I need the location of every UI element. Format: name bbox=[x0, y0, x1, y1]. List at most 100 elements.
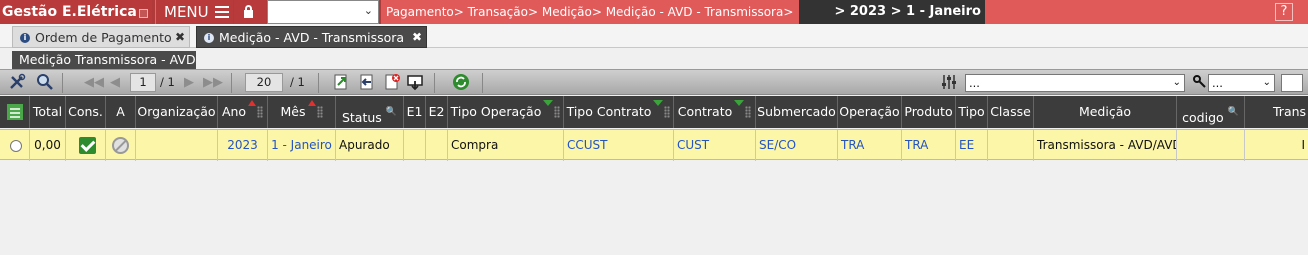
filter-icon[interactable] bbox=[543, 100, 554, 106]
app-title-text: Gestão E.Elétrica bbox=[2, 4, 137, 20]
refresh-icon[interactable] bbox=[452, 73, 470, 91]
key-select[interactable]: ... ⌄ bbox=[1208, 74, 1275, 92]
row-radio[interactable] bbox=[10, 140, 22, 152]
page-size-input[interactable]: 20 bbox=[245, 73, 283, 92]
tools-icon[interactable] bbox=[8, 73, 26, 91]
filter-select[interactable]: ... ⌄ bbox=[965, 74, 1185, 92]
cell-mes[interactable]: 1 - Janeiro bbox=[268, 130, 336, 161]
col-trans[interactable]: Trans bbox=[1245, 96, 1308, 128]
separator bbox=[318, 73, 319, 93]
grid-check-icon bbox=[6, 104, 23, 120]
key-select-value: ... bbox=[1212, 76, 1223, 90]
search-icon[interactable] bbox=[36, 73, 54, 91]
col-codigo-label: codigo bbox=[1182, 110, 1224, 125]
cell-trans: I bbox=[1301, 138, 1305, 152]
delete-file-icon[interactable] bbox=[383, 73, 401, 91]
col-total[interactable]: Total bbox=[30, 96, 66, 128]
filter-icon[interactable] bbox=[734, 100, 745, 106]
col-ano[interactable]: Ano bbox=[218, 96, 268, 128]
cell-operacao[interactable]: TRA bbox=[838, 130, 902, 161]
col-tipo-operacao[interactable]: Tipo Operação bbox=[448, 96, 564, 128]
drag-handle-icon[interactable] bbox=[554, 106, 561, 118]
col-contrato[interactable]: Contrato bbox=[674, 96, 756, 128]
info-icon: i bbox=[204, 33, 214, 43]
page-input[interactable]: 1 bbox=[130, 73, 156, 92]
col-medicao[interactable]: Medição bbox=[1034, 96, 1177, 128]
select-all-icon[interactable] bbox=[0, 96, 30, 128]
cell-produto[interactable]: TRA bbox=[902, 130, 956, 161]
cancel-icon[interactable] bbox=[112, 137, 129, 154]
hamburger-icon bbox=[215, 6, 229, 18]
cell-ano[interactable]: 2023 bbox=[218, 130, 268, 161]
col-contrato-label: Contrato bbox=[677, 104, 733, 119]
menu-label: MENU bbox=[164, 3, 209, 21]
row-select-cell bbox=[0, 130, 30, 161]
col-tipo[interactable]: Tipo bbox=[956, 96, 988, 128]
checked-icon[interactable] bbox=[79, 137, 96, 154]
drag-handle-icon[interactable] bbox=[664, 106, 671, 118]
col-submercado[interactable]: Submercado bbox=[756, 96, 838, 128]
table-row[interactable]: 0,00 2023 1 - Janeiro Apurado Compra CCU… bbox=[0, 129, 1308, 161]
app-title[interactable]: Gestão E.Elétrica bbox=[0, 0, 152, 24]
menu-button[interactable]: MENU bbox=[155, 0, 233, 24]
col-organizacao[interactable]: Organização bbox=[136, 96, 218, 128]
separator bbox=[231, 73, 232, 93]
extra-toggle[interactable] bbox=[1281, 74, 1303, 92]
close-icon[interactable]: ✖ bbox=[175, 27, 185, 48]
col-produto[interactable]: Produto bbox=[902, 96, 956, 128]
breadcrumb[interactable]: Pagamento> Transação> Medição> Medição -… bbox=[381, 0, 799, 24]
cell-tipo[interactable]: EE bbox=[956, 130, 988, 161]
lock-button[interactable] bbox=[234, 0, 266, 24]
import-icon[interactable] bbox=[358, 73, 376, 91]
col-e2[interactable]: E2 bbox=[426, 96, 448, 128]
prev-page-icon[interactable]: ◀ bbox=[110, 76, 120, 89]
drag-handle-icon[interactable] bbox=[257, 106, 264, 118]
col-e1[interactable]: E1 bbox=[404, 96, 426, 128]
sort-asc-icon bbox=[307, 100, 316, 106]
col-a[interactable]: A bbox=[106, 96, 136, 128]
filter-icon[interactable] bbox=[653, 100, 664, 106]
col-mes[interactable]: Mês bbox=[268, 96, 336, 128]
cell-cons bbox=[66, 130, 106, 161]
cell-submercado[interactable]: SE/CO bbox=[756, 130, 838, 161]
cell-tipo-operacao: Compra bbox=[448, 130, 564, 161]
cell-contrato[interactable]: CUST bbox=[674, 130, 756, 161]
key-icon bbox=[1193, 75, 1206, 88]
close-icon[interactable]: ✖ bbox=[412, 27, 422, 48]
cell-total: 0,00 bbox=[30, 130, 66, 161]
grid-header: Total Cons. A Organização Ano Mês Status… bbox=[0, 96, 1308, 128]
drag-handle-icon[interactable] bbox=[745, 106, 752, 118]
cell-status: Apurado bbox=[336, 130, 404, 161]
filter-select-value: ... bbox=[969, 76, 980, 90]
col-cons[interactable]: Cons. bbox=[66, 96, 106, 128]
first-page-icon[interactable]: ◀◀ bbox=[84, 76, 104, 89]
window-icon[interactable] bbox=[139, 9, 148, 18]
tab-label: Medição - AVD - Transmissora bbox=[219, 30, 405, 45]
tab-label: Ordem de Pagamento bbox=[35, 30, 172, 45]
next-page-icon[interactable]: ▶ bbox=[184, 76, 194, 89]
page-title: Medição Transmissora - AVD bbox=[12, 51, 196, 69]
col-classe[interactable]: Classe bbox=[988, 96, 1034, 128]
drag-handle-icon[interactable] bbox=[316, 106, 323, 118]
search-icon[interactable]: 🔍 bbox=[386, 96, 397, 128]
last-page-icon[interactable]: ▶▶ bbox=[203, 76, 223, 89]
col-tipo-contrato[interactable]: Tipo Contrato bbox=[564, 96, 674, 128]
help-button[interactable]: ? bbox=[1275, 3, 1293, 21]
col-codigo[interactable]: codigo 🔍 bbox=[1177, 96, 1245, 128]
lock-icon-body bbox=[244, 10, 253, 18]
search-icon[interactable]: 🔍 bbox=[1228, 96, 1239, 128]
col-status[interactable]: Status 🔍 bbox=[336, 96, 404, 128]
tab-ordem-de-pagamento[interactable]: i Ordem de Pagamento ✖ bbox=[12, 26, 190, 48]
col-operacao[interactable]: Operação bbox=[838, 96, 902, 128]
tab-medicao-avd-transmissora[interactable]: i Medição - AVD - Transmissora ✖ bbox=[196, 26, 427, 48]
separator bbox=[482, 73, 483, 93]
col-status-label: Status bbox=[341, 110, 382, 125]
separator bbox=[62, 73, 63, 93]
cell-tipo-contrato[interactable]: CCUST bbox=[564, 130, 674, 161]
export-icon[interactable] bbox=[332, 73, 350, 91]
cell-codigo bbox=[1177, 130, 1245, 161]
filter-sliders-icon[interactable] bbox=[940, 73, 958, 91]
top-select[interactable]: ⌄ bbox=[267, 0, 379, 24]
download-icon[interactable] bbox=[406, 73, 424, 91]
cell-medicao: Transmissora - AVD/AVD bbox=[1034, 130, 1177, 161]
